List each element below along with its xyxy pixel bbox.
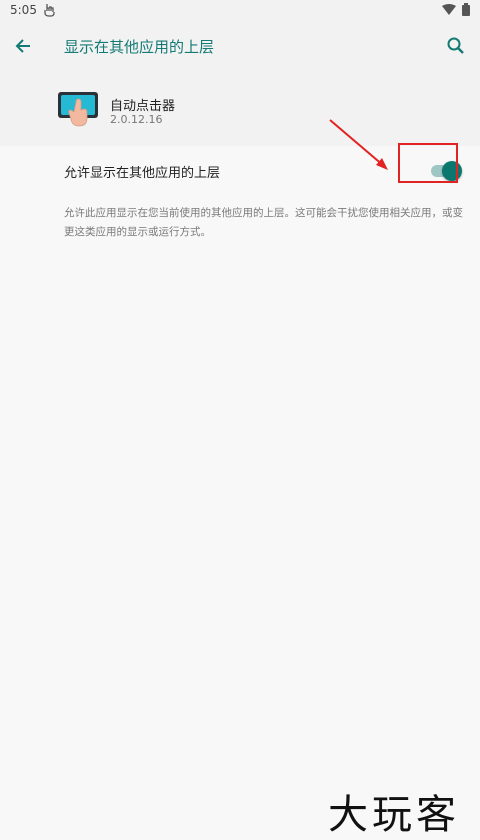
watermark: 大玩客 [328, 792, 460, 838]
status-time: 5:05 [10, 3, 37, 17]
wifi-icon [442, 3, 456, 19]
gesture-hand-icon [42, 2, 56, 21]
back-button[interactable] [10, 32, 38, 60]
overlay-permission-description: 允许此应用显示在您当前使用的其他应用的上层。这可能会干扰您使用相关应用，或变更这… [64, 207, 463, 238]
app-version: 2.0.12.16 [110, 113, 163, 126]
app-bar: 显示在其他应用的上层 [0, 22, 480, 70]
back-arrow-icon [15, 39, 30, 53]
page-title: 显示在其他应用的上层 [64, 38, 215, 56]
annotation-highlight-box [398, 143, 458, 183]
app-icon [56, 88, 100, 132]
annotation-arrow-icon [329, 119, 388, 170]
battery-icon [462, 3, 470, 19]
app-header: 自动点击器 2.0.12.16 [0, 70, 480, 146]
status-bar: 5:05 [0, 0, 480, 22]
search-icon [447, 37, 464, 54]
app-name: 自动点击器 [110, 99, 176, 114]
overlay-permission-label: 允许显示在其他应用的上层 [64, 166, 221, 181]
search-button[interactable] [442, 32, 470, 60]
